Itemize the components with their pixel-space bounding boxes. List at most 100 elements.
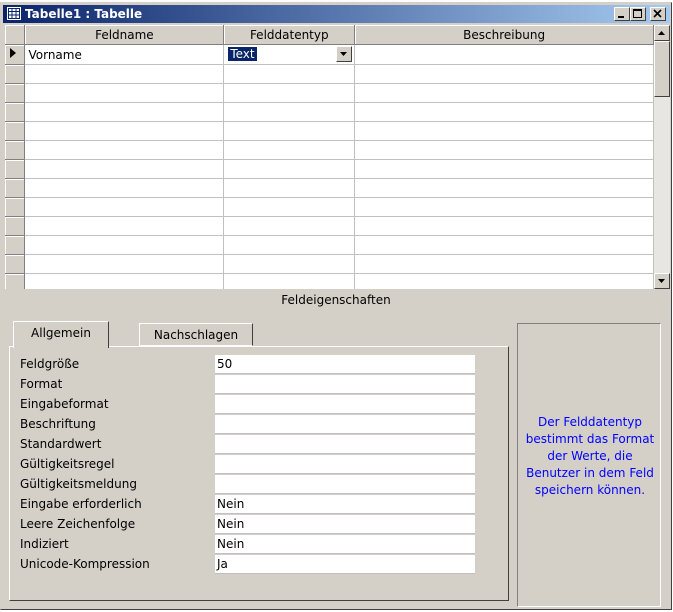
vertical-scrollbar[interactable] (654, 25, 670, 289)
tab-nachschlagen[interactable]: Nachschlagen (139, 323, 253, 346)
property-value-input[interactable]: Nein (215, 495, 475, 514)
data-type-cell[interactable]: Text (223, 44, 356, 65)
dropdown-button[interactable] (336, 46, 353, 62)
description-cell[interactable] (354, 159, 654, 179)
row-selector[interactable] (5, 83, 26, 103)
field-name-cell[interactable] (24, 254, 225, 274)
description-cell[interactable] (354, 273, 654, 289)
data-type-cell[interactable] (223, 140, 356, 160)
field-name-cell[interactable] (24, 178, 225, 198)
grid-header-row: Feldname Felddatentyp Beschreibung (5, 25, 654, 45)
help-box: Der Felddatentyp bestimmt das Format der… (517, 323, 661, 607)
row-selector[interactable] (5, 159, 26, 179)
row-selector[interactable] (5, 216, 26, 236)
field-properties-panel: Allgemein Nachschlagen Feldgröße 50 Forma… (9, 321, 509, 601)
data-type-cell[interactable] (223, 197, 356, 217)
minimize-button[interactable] (614, 7, 630, 21)
row-selector[interactable] (5, 254, 26, 274)
description-cell[interactable] (354, 254, 654, 274)
table-row[interactable] (5, 273, 654, 289)
row-selector[interactable] (5, 235, 26, 255)
row-selector[interactable] (5, 102, 26, 122)
property-value-input[interactable]: 50 (215, 355, 475, 374)
tab-allgemein[interactable]: Allgemein (13, 321, 109, 348)
data-type-cell[interactable] (223, 235, 356, 255)
data-type-cell[interactable] (223, 64, 356, 84)
row-selector[interactable] (5, 273, 26, 289)
data-type-cell[interactable] (223, 159, 356, 179)
description-cell[interactable] (354, 121, 654, 141)
field-name-cell[interactable] (24, 216, 225, 236)
description-cell[interactable] (354, 83, 654, 103)
property-value-input[interactable] (215, 375, 475, 394)
field-name-cell[interactable] (24, 64, 225, 84)
row-selector[interactable] (5, 44, 26, 65)
data-type-combobox[interactable]: Text (228, 46, 353, 63)
field-name-cell[interactable]: Vorname (24, 44, 225, 65)
property-value-input[interactable]: Ja (215, 555, 475, 574)
current-row-arrow-icon (10, 48, 16, 58)
grid-corner[interactable] (5, 25, 26, 45)
table-row[interactable] (5, 178, 654, 198)
description-cell[interactable] (354, 178, 654, 198)
property-value-input[interactable] (215, 395, 475, 414)
description-cell[interactable] (354, 197, 654, 217)
field-name-cell[interactable] (24, 83, 225, 103)
property-value-input[interactable]: Nein (215, 535, 475, 554)
column-header-beschreibung[interactable]: Beschreibung (354, 25, 654, 45)
property-value-input[interactable] (215, 475, 475, 494)
property-label: Feldgröße (20, 357, 80, 371)
row-selector[interactable] (5, 64, 26, 84)
row-selector[interactable] (5, 178, 26, 198)
description-cell[interactable] (354, 140, 654, 160)
property-value-input[interactable] (215, 415, 475, 434)
field-name-cell[interactable] (24, 121, 225, 141)
description-cell[interactable] (354, 64, 654, 84)
field-name-cell[interactable] (24, 235, 225, 255)
table-row[interactable] (5, 121, 654, 141)
table-row[interactable] (5, 64, 654, 84)
row-selector[interactable] (5, 140, 26, 160)
property-value-input[interactable] (215, 455, 475, 474)
table-row[interactable] (5, 216, 654, 236)
data-type-cell[interactable] (223, 102, 356, 122)
table-row[interactable] (5, 140, 654, 160)
description-cell[interactable] (354, 44, 654, 65)
field-name-cell[interactable] (24, 102, 225, 122)
row-selector[interactable] (5, 121, 26, 141)
help-text: Der Felddatentyp bestimmt das Format der… (525, 415, 655, 497)
description-cell[interactable] (354, 216, 654, 236)
table-row[interactable] (5, 235, 654, 255)
property-label: Eingabeformat (20, 397, 109, 411)
table-row[interactable] (5, 159, 654, 179)
table-row[interactable]: Vorname Text (5, 44, 654, 65)
data-type-cell[interactable] (223, 254, 356, 274)
data-type-cell[interactable] (223, 273, 356, 289)
data-type-cell[interactable] (223, 216, 356, 236)
table-row[interactable] (5, 102, 654, 122)
description-cell[interactable] (354, 102, 654, 122)
table-row[interactable] (5, 254, 654, 274)
field-name-cell[interactable] (24, 197, 225, 217)
row-selector[interactable] (5, 197, 26, 217)
data-type-cell[interactable] (223, 83, 356, 103)
property-label: Eingabe erforderlich (20, 497, 142, 511)
description-cell[interactable] (354, 235, 654, 255)
field-name-cell[interactable] (24, 273, 225, 289)
property-value-input[interactable]: Nein (215, 515, 475, 534)
data-type-cell[interactable] (223, 178, 356, 198)
scroll-up-button[interactable] (654, 25, 670, 41)
maximize-button[interactable] (630, 7, 646, 21)
property-value-input[interactable] (215, 435, 475, 454)
data-type-cell[interactable] (223, 121, 356, 141)
column-header-feldname[interactable]: Feldname (24, 25, 225, 45)
field-name-cell[interactable] (24, 159, 225, 179)
table-row[interactable] (5, 83, 654, 103)
column-header-felddatentyp[interactable]: Felddatentyp (223, 25, 356, 45)
title-bar[interactable]: Tabelle1 : Tabelle (3, 5, 670, 23)
field-name-cell[interactable] (24, 140, 225, 160)
scroll-down-button[interactable] (654, 273, 670, 289)
table-row[interactable] (5, 197, 654, 217)
close-button[interactable] (650, 7, 666, 21)
scroll-thumb[interactable] (654, 41, 670, 97)
